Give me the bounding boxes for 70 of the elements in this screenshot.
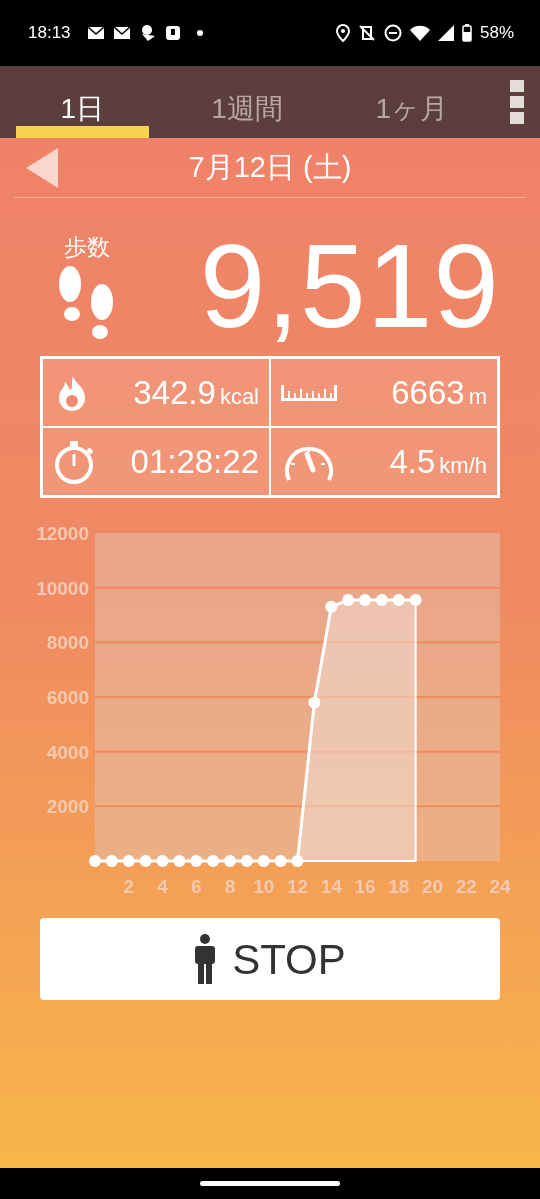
data-point xyxy=(240,855,253,867)
do-not-disturb-icon xyxy=(383,24,402,42)
stat-value: 6663 xyxy=(391,372,465,413)
previous-day-arrow-icon[interactable] xyxy=(26,147,60,188)
y-axis-label: 6000 xyxy=(46,687,89,708)
battery-percent: 58% xyxy=(479,22,514,45)
stat-unit: km/h xyxy=(439,451,487,480)
clock: 18:13 xyxy=(28,22,71,45)
wifi-icon xyxy=(409,25,430,41)
y-axis-label: 10000 xyxy=(36,577,89,599)
steps-label: 歩数 xyxy=(64,232,110,262)
signal-icon xyxy=(437,25,454,41)
data-point xyxy=(139,855,152,867)
data-point xyxy=(89,855,101,867)
x-axis-label: 14 xyxy=(320,876,342,897)
data-point xyxy=(375,593,388,606)
data-point xyxy=(342,593,355,606)
stat-unit: m xyxy=(468,382,487,411)
data-point xyxy=(207,855,220,867)
app-icon xyxy=(164,25,181,41)
battery-icon xyxy=(461,24,472,42)
step-count: 9,519 xyxy=(199,227,500,345)
data-point xyxy=(359,593,371,606)
data-point xyxy=(173,855,186,867)
data-point xyxy=(392,593,405,606)
period-tab[interactable]: 1日 xyxy=(0,66,165,138)
mail-icon xyxy=(112,26,131,40)
x-axis-label: 8 xyxy=(224,876,236,897)
data-point xyxy=(308,696,321,709)
data-point xyxy=(325,600,338,613)
person-icon xyxy=(194,934,217,984)
data-point xyxy=(409,593,422,606)
home-indicator[interactable] xyxy=(200,1181,340,1186)
data-point xyxy=(274,855,287,867)
y-axis-label: 4000 xyxy=(46,741,89,763)
data-point xyxy=(156,855,169,867)
stat-value: 342.9 xyxy=(133,372,216,413)
period-tab[interactable]: 1ヶ月 xyxy=(329,66,494,138)
date-title: 7月12日 (土) xyxy=(188,149,352,185)
dot-icon xyxy=(196,30,203,36)
data-point xyxy=(257,855,270,867)
x-axis-label: 22 xyxy=(455,876,477,897)
x-axis-label: 2 xyxy=(123,876,135,897)
stat-unit: kcal xyxy=(219,382,259,411)
y-axis-label: 12000 xyxy=(36,523,89,544)
data-point xyxy=(122,855,135,867)
data-point xyxy=(291,855,304,867)
period-tab[interactable]: 1週間 xyxy=(164,66,330,138)
location-icon xyxy=(335,24,350,42)
x-axis-label: 12 xyxy=(286,876,309,897)
vibrate-off-icon xyxy=(357,24,376,42)
data-point xyxy=(105,855,118,867)
mail-icon xyxy=(86,26,105,40)
ruler-icon xyxy=(281,384,337,401)
x-axis-label: 6 xyxy=(190,876,202,897)
x-axis-label: 4 xyxy=(157,876,168,897)
x-axis-label: 20 xyxy=(421,876,444,897)
y-axis-label: 2000 xyxy=(46,796,89,818)
x-axis-label: 16 xyxy=(354,876,376,897)
stat-value: 4.5 xyxy=(389,441,436,482)
x-axis-label: 18 xyxy=(388,876,410,897)
y-axis-label: 8000 xyxy=(46,632,89,654)
data-point xyxy=(190,855,203,867)
stat-value: 01:28:22 xyxy=(130,441,259,482)
x-axis-label: 24 xyxy=(489,876,511,897)
stopwatch-icon xyxy=(53,439,95,484)
stop-button[interactable]: STOP xyxy=(40,918,500,1000)
data-point xyxy=(224,855,236,867)
x-axis-label: 10 xyxy=(253,876,275,897)
menu-icon[interactable] xyxy=(510,80,524,124)
